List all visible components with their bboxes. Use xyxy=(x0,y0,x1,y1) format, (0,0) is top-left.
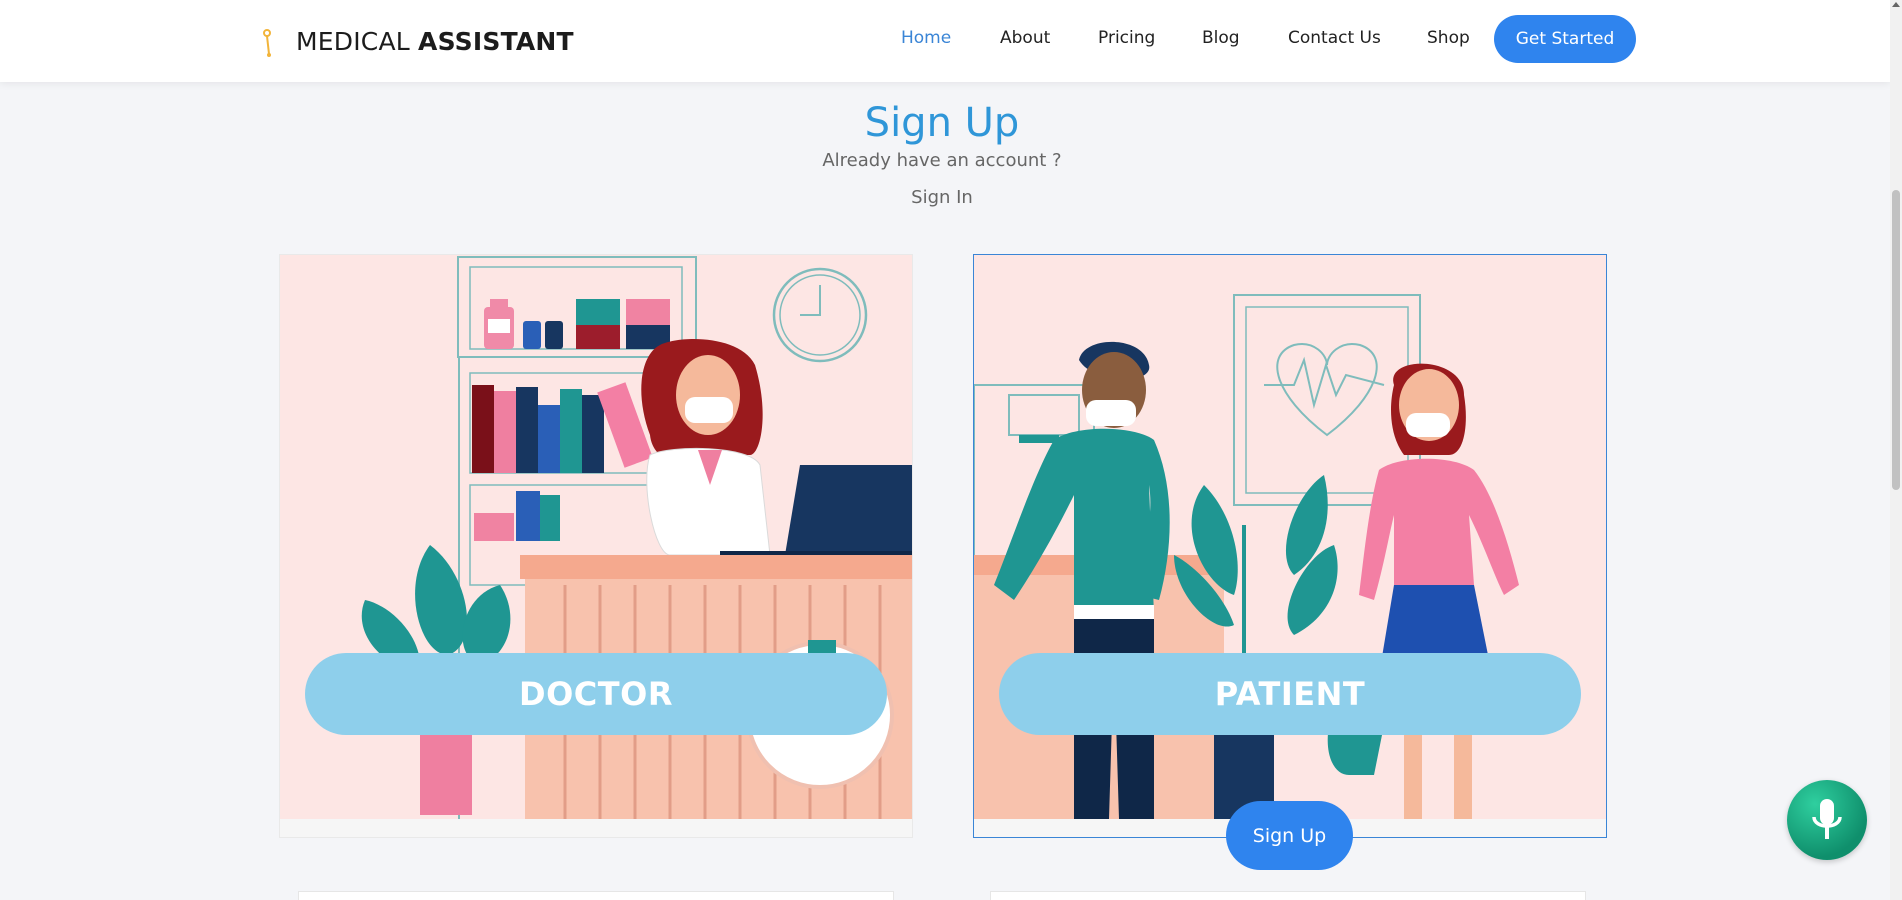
patient-card[interactable]: PATIENT xyxy=(973,254,1607,838)
sign-in-link[interactable]: Sign In xyxy=(0,187,1884,208)
next-card-right xyxy=(990,891,1586,900)
patient-role-button[interactable]: PATIENT xyxy=(999,653,1581,735)
page-scrollbar[interactable] xyxy=(1890,0,1902,900)
next-card-left xyxy=(298,891,894,900)
nav-blog[interactable]: Blog xyxy=(1202,28,1240,48)
site-header: MEDICAL ASSISTANT Home About Pricing Blo… xyxy=(0,0,1890,82)
voice-assistant-button[interactable] xyxy=(1787,780,1867,860)
brand-name: MEDICAL ASSISTANT xyxy=(296,26,574,56)
sign-up-button[interactable]: Sign Up xyxy=(1226,801,1353,870)
stethoscope-icon xyxy=(263,29,271,57)
get-started-button[interactable]: Get Started xyxy=(1494,15,1636,63)
doctor-role-button[interactable]: DOCTOR xyxy=(305,653,887,735)
nav-shop[interactable]: Shop xyxy=(1427,28,1470,48)
page-title: Sign Up xyxy=(864,100,1020,146)
nav-about[interactable]: About xyxy=(1000,28,1050,48)
scroll-thumb[interactable] xyxy=(1892,190,1900,490)
microphone-icon xyxy=(1812,799,1842,839)
account-prompt: Already have an account ? xyxy=(822,150,1062,171)
nav-home[interactable]: Home xyxy=(901,28,951,48)
nav-contact-us[interactable]: Contact Us xyxy=(1288,28,1381,48)
brand-logo[interactable]: MEDICAL ASSISTANT xyxy=(262,22,574,60)
scroll-up-arrow-icon[interactable] xyxy=(1892,2,1900,7)
doctor-card[interactable]: DOCTOR xyxy=(279,254,913,838)
nav-pricing[interactable]: Pricing xyxy=(1098,28,1155,48)
